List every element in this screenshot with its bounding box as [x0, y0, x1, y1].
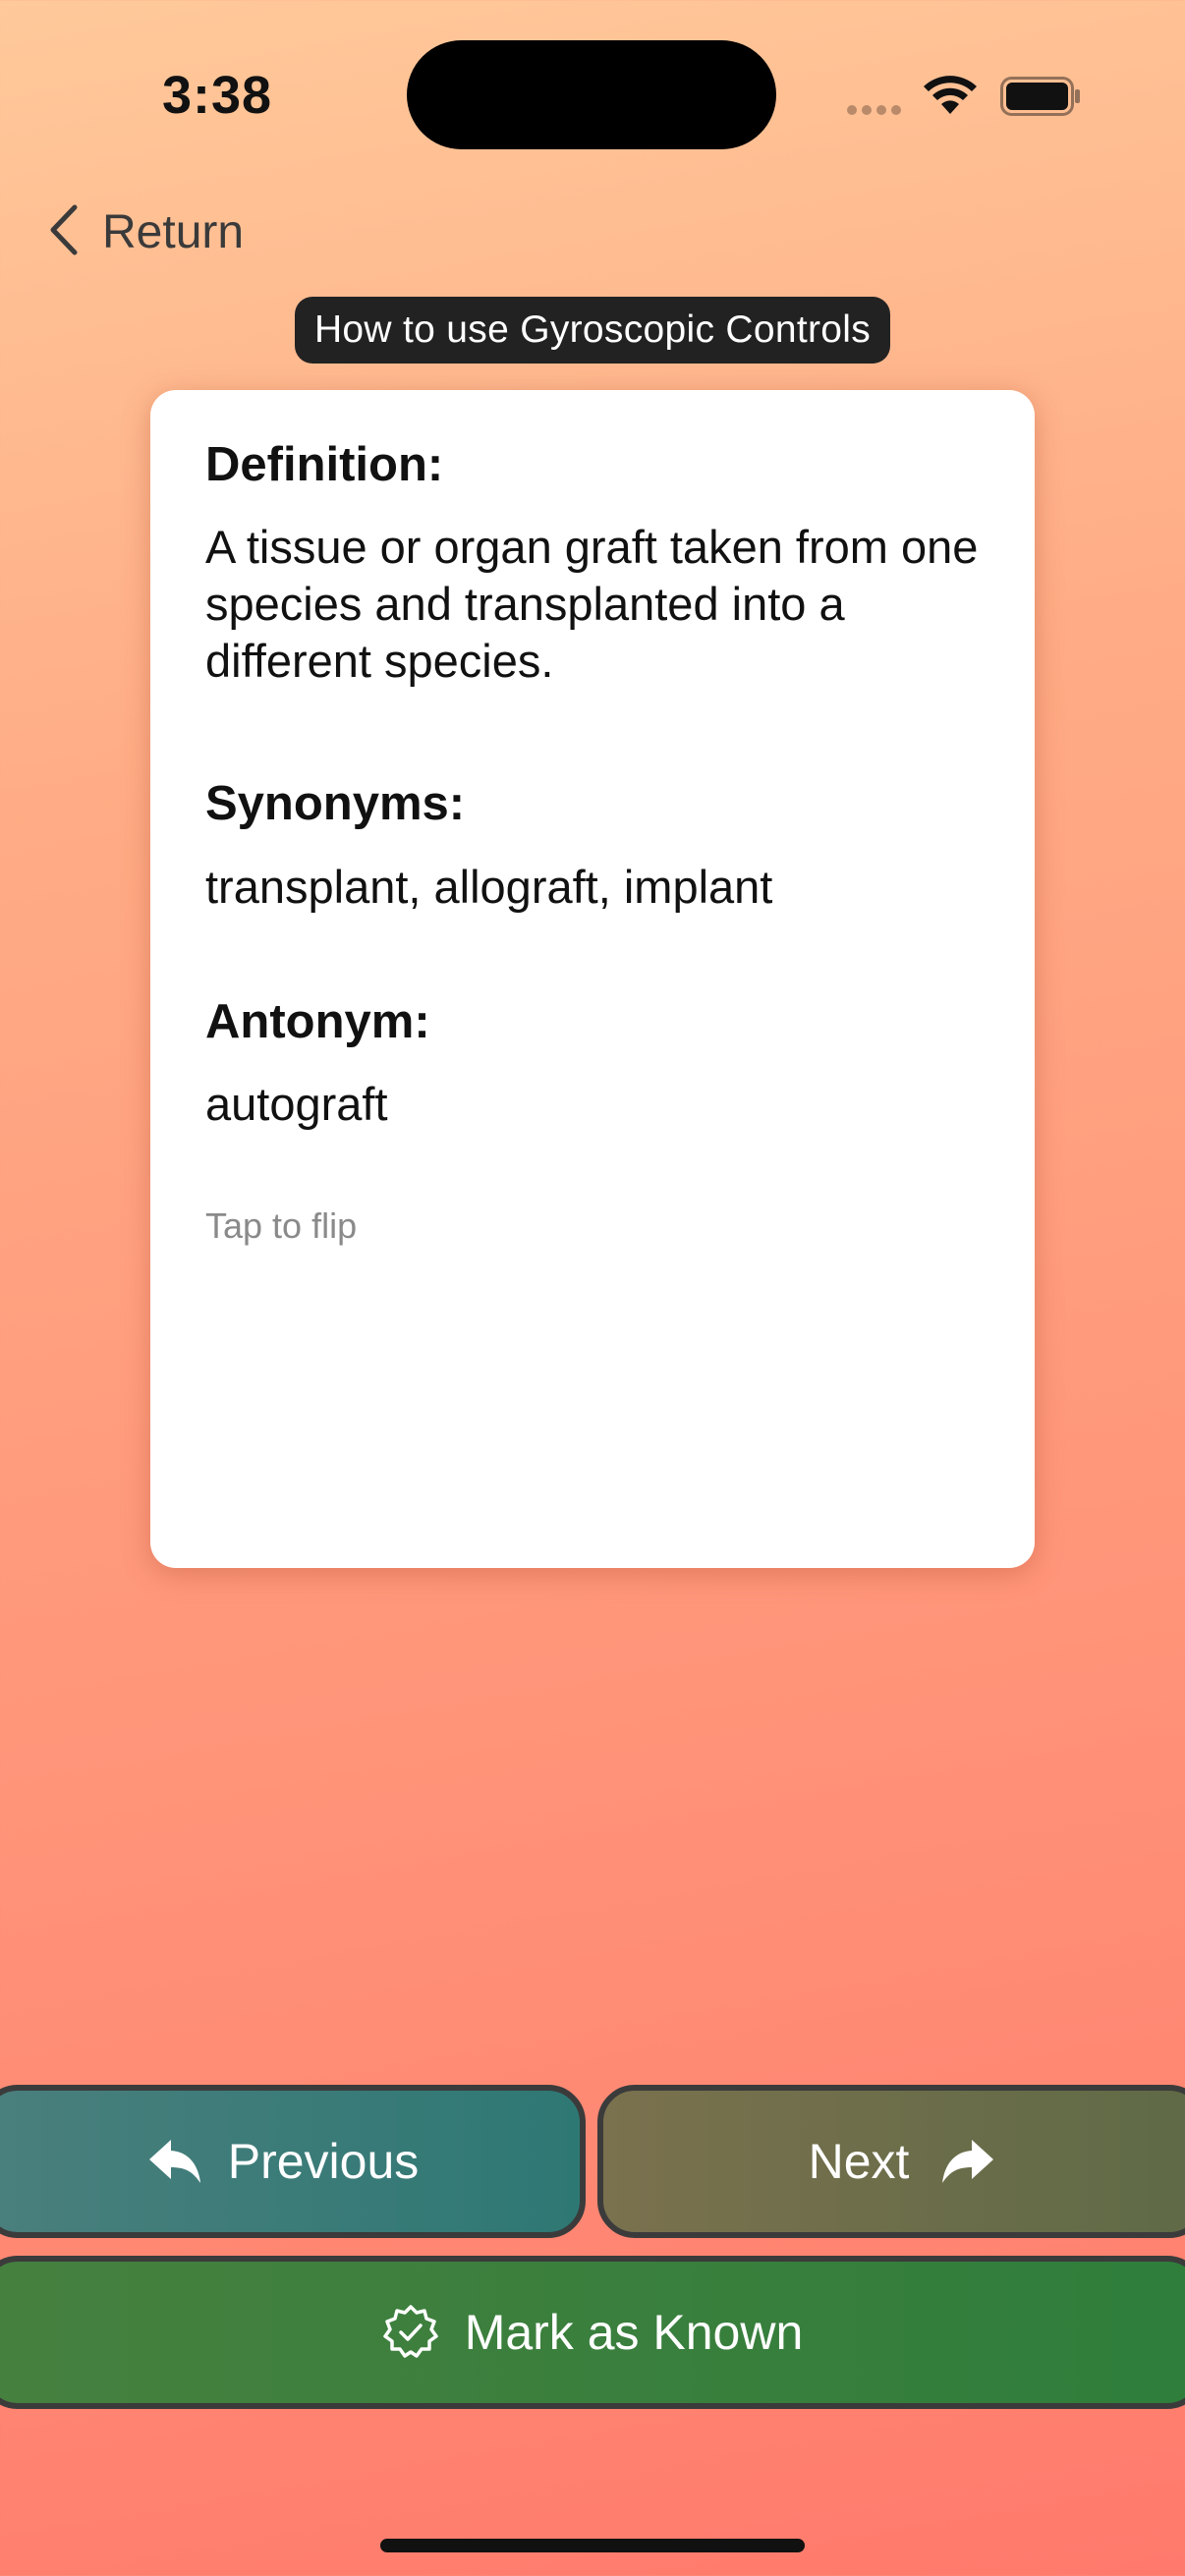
- chevron-left-icon: [47, 203, 81, 261]
- reply-arrow-icon: [147, 2138, 202, 2185]
- definition-heading: Definition:: [205, 438, 444, 491]
- previous-button[interactable]: Previous: [0, 2085, 586, 2238]
- back-button[interactable]: Return: [47, 196, 244, 267]
- dynamic-island: [407, 40, 776, 149]
- checkmark-seal-icon: [382, 2304, 439, 2361]
- flashcard[interactable]: Definition: A tissue or organ graft take…: [150, 390, 1035, 1568]
- battery-icon: [1000, 77, 1081, 121]
- synonyms-text: transplant, allograft, implant: [205, 860, 773, 913]
- next-button[interactable]: Next: [597, 2085, 1185, 2238]
- mark-as-known-label: Mark as Known: [464, 2305, 804, 2360]
- previous-label: Previous: [227, 2134, 420, 2189]
- next-label: Next: [808, 2134, 910, 2189]
- synonyms-heading: Synonyms:: [205, 777, 466, 831]
- page-title[interactable]: How to use Gyroscopic Controls: [295, 297, 890, 364]
- back-label: Return: [102, 205, 245, 258]
- home-indicator[interactable]: [380, 2539, 805, 2552]
- antonym-text: autograft: [205, 1077, 388, 1130]
- flip-hint: Tap to flip: [205, 1204, 358, 1246]
- antonym-heading: Antonym:: [205, 994, 430, 1048]
- forward-arrow-icon: [940, 2138, 995, 2185]
- status-time: 3:38: [162, 66, 273, 125]
- cellular-signal-icon: [847, 102, 906, 120]
- wifi-icon: [924, 75, 977, 119]
- mark-as-known-button[interactable]: Mark as Known: [0, 2256, 1185, 2409]
- definition-text: A tissue or organ graft taken from one s…: [205, 521, 979, 688]
